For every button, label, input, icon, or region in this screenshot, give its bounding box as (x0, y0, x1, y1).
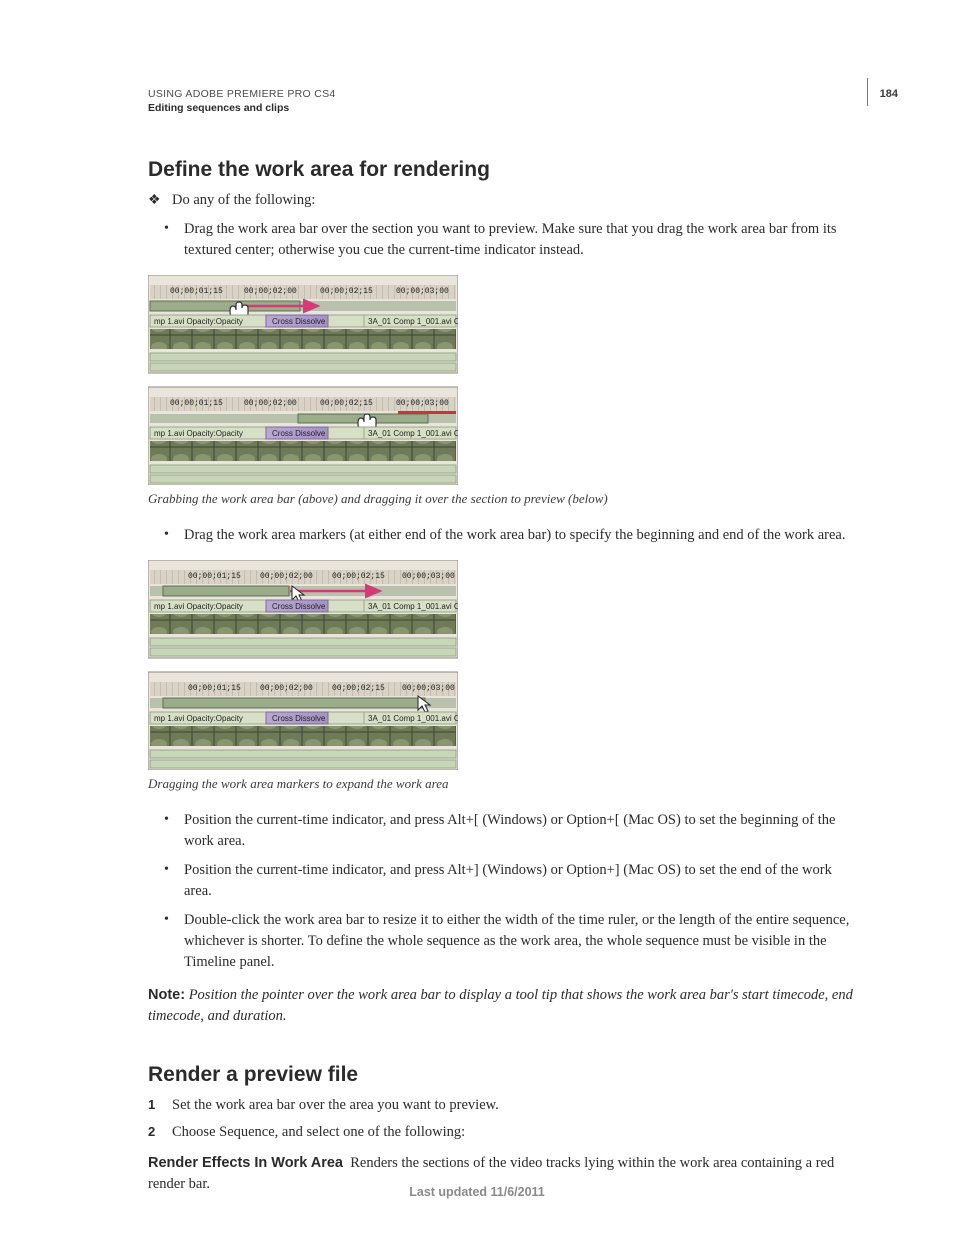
svg-text:00;00;02;00: 00;00;02;00 (244, 399, 297, 408)
footer-last-updated: Last updated 11/6/2011 (0, 1185, 954, 1199)
transition-label: Cross Dissolve (272, 317, 326, 326)
svg-text:00;00;03;00: 00;00;03;00 (396, 399, 449, 408)
header-product: USING ADOBE PREMIERE PRO CS4 (148, 88, 854, 100)
svg-text:3A_01 Comp 1_001.avi Opac: 3A_01 Comp 1_001.avi Opac (368, 429, 458, 438)
svg-text:00;00;02;15: 00;00;02;15 (332, 684, 385, 693)
svg-text:00;00;01;15: 00;00;01;15 (188, 572, 241, 581)
figure-caption: Dragging the work area markers to expand… (148, 776, 854, 792)
svg-text:3A_01 Comp 1_001.avi Opac: 3A_01 Comp 1_001.avi Opac (368, 602, 458, 611)
clip-label: 3A_01 Comp 1_001.avi Opac (368, 317, 458, 326)
timecode: 00;00;03;00 (396, 287, 449, 296)
note-body: Position the pointer over the work area … (148, 987, 853, 1024)
svg-text:Cross Dissolve: Cross Dissolve (272, 714, 326, 723)
figure-caption: Grabbing the work area bar (above) and d… (148, 491, 854, 507)
svg-text:00;00;02;15: 00;00;02;15 (332, 572, 385, 581)
svg-text:mp 1.avi Opacity:Opacity: mp 1.avi Opacity:Opacity (154, 714, 243, 723)
svg-text:00;00;02;15: 00;00;02;15 (320, 399, 373, 408)
list-item: Double-click the work area bar to resize… (164, 910, 854, 973)
list-item: Drag the work area markers (at either en… (164, 525, 854, 546)
svg-text:mp 1.avi Opacity:Opacity: mp 1.avi Opacity:Opacity (154, 602, 243, 611)
step-item: Choose Sequence, and select one of the f… (148, 1122, 854, 1143)
clip-label: mp 1.avi Opacity:Opacity (154, 317, 243, 326)
svg-text:3A_01 Comp 1_001.avi Opac: 3A_01 Comp 1_001.avi Opac (368, 714, 458, 723)
diamond-bullet-icon: ❖ (148, 190, 162, 211)
list-item: Drag the work area bar over the section … (164, 219, 854, 261)
svg-text:Cross Dissolve: Cross Dissolve (272, 602, 326, 611)
svg-text:00;00;03;00: 00;00;03;00 (402, 684, 455, 693)
heading-define-work-area: Define the work area for rendering (148, 158, 854, 182)
heading-render-preview: Render a preview file (148, 1063, 854, 1087)
list-item: Position the current-time indicator, and… (164, 860, 854, 902)
timecode: 00;00;02;15 (320, 287, 373, 296)
note-label: Note: (148, 987, 185, 1003)
svg-text:00;00;02;00: 00;00;02;00 (260, 684, 313, 693)
page-number: 184 (880, 88, 898, 100)
note: Note: Position the pointer over the work… (148, 985, 854, 1027)
figure-work-area-bar: 00;00;01;15 00;00;02;00 00;00;02;15 00;0… (148, 275, 854, 485)
timecode: 00;00;01;15 (170, 287, 223, 296)
svg-text:Cross Dissolve: Cross Dissolve (272, 429, 326, 438)
lead-instruction: ❖ Do any of the following: (148, 190, 854, 211)
svg-text:00;00;01;15: 00;00;01;15 (170, 399, 223, 408)
svg-text:mp 1.avi Opacity:Opacity: mp 1.avi Opacity:Opacity (154, 429, 243, 438)
svg-text:00;00;02;00: 00;00;02;00 (260, 572, 313, 581)
running-header: USING ADOBE PREMIERE PRO CS4 Editing seq… (148, 88, 854, 114)
definition-term: Render Effects In Work Area (148, 1155, 343, 1171)
svg-text:00;00;01;15: 00;00;01;15 (188, 684, 241, 693)
figure-work-area-markers: 00;00;01;15 00;00;02;00 00;00;02;15 00;0… (148, 560, 854, 770)
timecode: 00;00;02;00 (244, 287, 297, 296)
svg-text:00;00;03;00: 00;00;03;00 (402, 572, 455, 581)
list-item: Position the current-time indicator, and… (164, 810, 854, 852)
step-item: Set the work area bar over the area you … (148, 1095, 854, 1116)
header-chapter: Editing sequences and clips (148, 102, 854, 114)
